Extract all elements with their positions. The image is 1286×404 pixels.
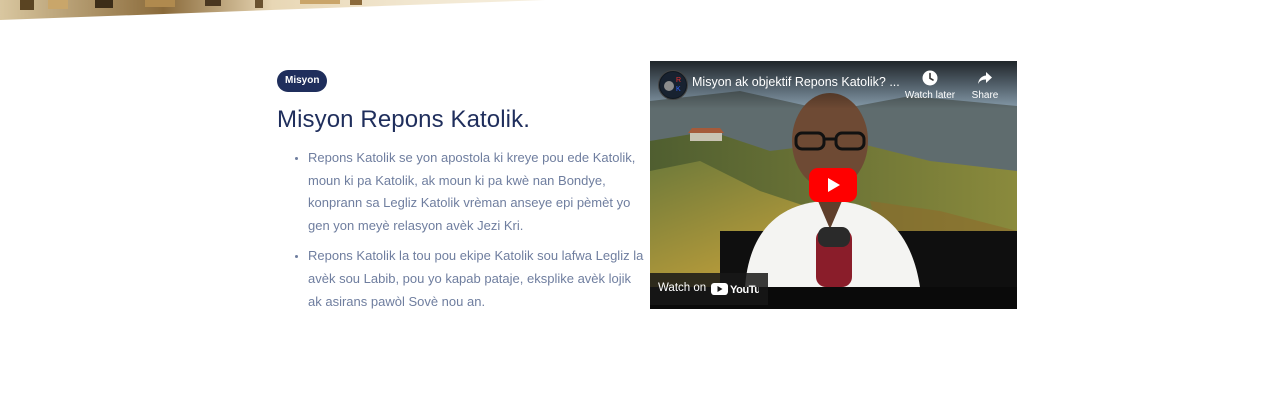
youtube-logo-text: YouTube <box>730 284 759 296</box>
channel-avatar[interactable]: R K <box>658 70 688 100</box>
play-button-icon[interactable] <box>809 168 857 202</box>
share-button[interactable]: Share <box>955 69 1015 101</box>
top-banner-image <box>0 0 560 22</box>
section-title: Misyon Repons Katolik. <box>277 106 530 133</box>
youtube-video-embed[interactable]: R K Misyon ak objektif Repons Katolik? .… <box>650 61 1017 309</box>
list-item: Repons Katolik la tou pou ekipe Katolik … <box>308 245 648 313</box>
mission-bullet-list: Repons Katolik se yon apostola ki kreye … <box>290 147 648 321</box>
clock-icon <box>922 70 938 86</box>
list-item: Repons Katolik se yon apostola ki kreye … <box>308 147 648 237</box>
watch-on-youtube-button[interactable]: Watch on YouTube <box>650 273 773 305</box>
section-badge: Misyon <box>277 70 328 92</box>
video-title[interactable]: Misyon ak objektif Repons Katolik? ... <box>692 75 902 89</box>
share-arrow-icon <box>978 72 992 84</box>
share-label: Share <box>971 90 999 101</box>
channel-initial-k: K <box>676 86 681 93</box>
watch-later-label: Watch later <box>904 90 956 101</box>
channel-initial-r: R <box>676 77 681 84</box>
youtube-logo: YouTube <box>711 282 773 299</box>
watch-on-label: Watch on <box>658 282 707 294</box>
watch-later-button[interactable]: Watch later <box>900 69 960 101</box>
